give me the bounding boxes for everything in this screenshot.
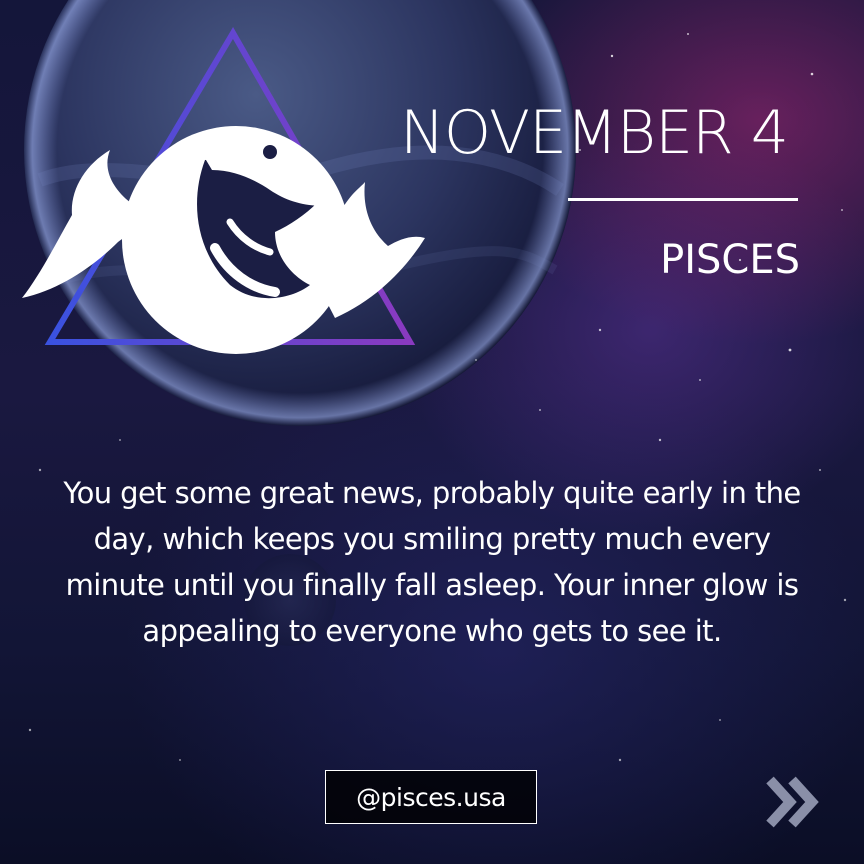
social-handle-button[interactable]: @pisces.usa bbox=[325, 770, 537, 824]
horoscope-text: You get some great news, probably quite … bbox=[63, 476, 801, 648]
zodiac-sign: PISCES bbox=[660, 237, 800, 283]
date-title: NOVEMBER 4 bbox=[400, 98, 789, 168]
title-divider bbox=[568, 198, 798, 201]
horoscope-card: NOVEMBER 4 PISCES You get some great new… bbox=[0, 0, 864, 864]
social-handle-label: @pisces.usa bbox=[356, 782, 506, 812]
double-chevron-right-icon[interactable] bbox=[766, 776, 820, 828]
